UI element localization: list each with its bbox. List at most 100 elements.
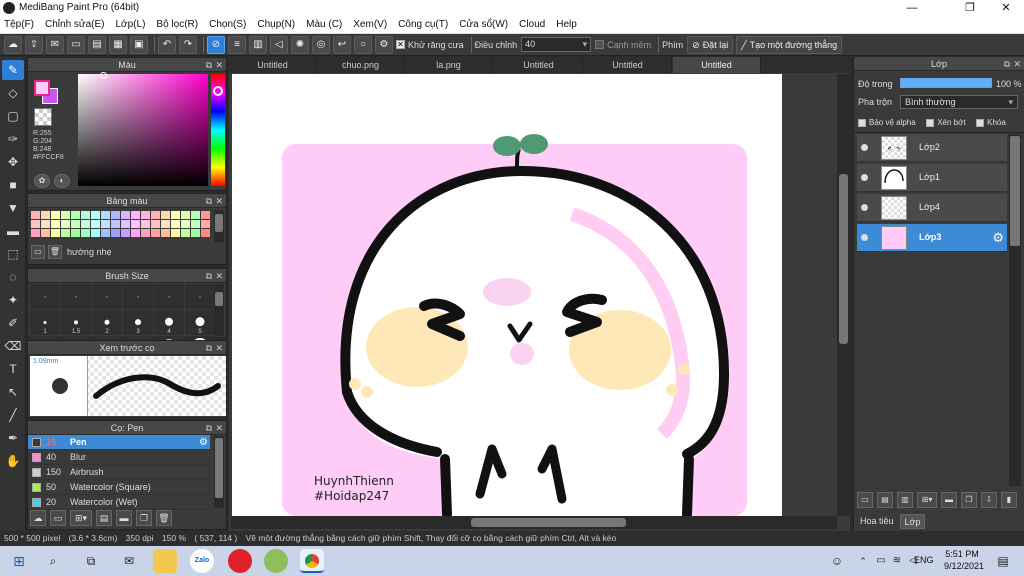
protect-alpha-option[interactable]: Bảo vệ alpha — [858, 118, 916, 127]
shape-tool-icon[interactable]: ▢ — [2, 106, 24, 126]
menu-filter[interactable]: Bộ lọc(R) — [156, 16, 198, 34]
popout-icon[interactable]: ⧉ — [206, 341, 212, 355]
eye-icon[interactable] — [861, 174, 868, 181]
palette-swatch[interactable] — [71, 229, 80, 237]
popout-icon[interactable]: ⧉ — [1004, 57, 1010, 71]
palette-swatch[interactable] — [71, 211, 80, 219]
palette-swatch[interactable] — [51, 220, 60, 228]
palette-swatch[interactable] — [101, 220, 110, 228]
language-indicator[interactable]: ENG — [914, 555, 934, 565]
tab-untitled-3[interactable]: Untitled — [584, 57, 672, 73]
notification-icon[interactable]: ▤ — [992, 550, 1014, 572]
blend-mode-select[interactable]: Bình thường ▾ — [900, 95, 1018, 109]
transparent-color-swatch[interactable] — [34, 108, 52, 126]
canvas-vscroll-thumb[interactable] — [839, 174, 848, 344]
menu-color[interactable]: Màu (C) — [306, 16, 342, 34]
palette-swatch[interactable] — [121, 211, 130, 219]
select-pen-tool-icon[interactable]: ✐ — [2, 313, 24, 333]
tab-la-png[interactable]: la.png — [405, 57, 493, 73]
soft-edge-checkbox[interactable] — [595, 40, 605, 49]
clock[interactable]: 5:51 PM 9/12/2021 — [944, 549, 984, 571]
protect-alpha-checkbox[interactable] — [858, 118, 866, 127]
brush-size-cell[interactable] — [123, 284, 153, 309]
palette-swatch[interactable] — [111, 229, 120, 237]
close-icon[interactable]: ✕ — [215, 269, 223, 283]
palette-swatch[interactable] — [151, 220, 160, 228]
brush-size-cell[interactable]: 2 — [92, 310, 122, 335]
select-eraser-tool-icon[interactable]: ⌫ — [2, 336, 24, 356]
tab-untitled-2[interactable]: Untitled — [495, 57, 583, 73]
lock-option[interactable]: Khóa — [976, 118, 1006, 127]
windows-start-icon[interactable]: ⊞ — [8, 550, 30, 572]
new-file-icon[interactable]: ▭ — [67, 35, 85, 54]
color-wheel-icon[interactable]: ◐ — [54, 174, 70, 188]
create-line-button[interactable]: ╱ Tạo một đường thẳng — [736, 35, 843, 54]
palette-swatch[interactable] — [31, 211, 40, 219]
eye-icon[interactable] — [861, 234, 868, 241]
clipping-checkbox[interactable] — [926, 118, 935, 127]
clipping-option[interactable]: Xén bớt — [926, 118, 966, 127]
export-icon[interactable]: ▣ — [130, 35, 148, 54]
new-halftone-layer-icon[interactable]: ▤ — [877, 492, 893, 508]
snap-parallel-icon[interactable]: ≡ — [228, 35, 246, 54]
snap-ellipse-icon[interactable]: ○ — [354, 35, 372, 54]
brush-list-item[interactable]: 40 Blur — [28, 450, 210, 465]
folder-icon[interactable]: ▬ — [116, 510, 132, 526]
palette-swatch[interactable] — [51, 229, 60, 237]
grid-icon[interactable]: ▦ — [109, 35, 127, 54]
people-icon[interactable]: ☺ — [826, 550, 848, 572]
menu-select[interactable]: Chọn(S) — [209, 16, 246, 34]
brush-size-cell[interactable] — [185, 284, 215, 309]
menu-tools[interactable]: Công cụ(T) — [398, 16, 448, 34]
cloud-icon[interactable]: ☁ — [4, 35, 22, 54]
palette-swatch[interactable] — [151, 229, 160, 237]
palette-swatch[interactable] — [181, 229, 190, 237]
palette-swatch[interactable] — [201, 211, 210, 219]
undo-icon[interactable]: ↶ — [158, 35, 176, 54]
snap-off-icon[interactable]: ⊘ — [207, 35, 225, 54]
palette-swatch[interactable] — [41, 220, 50, 228]
palette-swatch[interactable] — [41, 229, 50, 237]
palette-swatch[interactable] — [131, 229, 140, 237]
palette-swatch[interactable] — [191, 211, 200, 219]
snap-settings-icon[interactable]: ⚙ — [375, 35, 393, 54]
palette-swatch[interactable] — [181, 211, 190, 219]
eye-icon[interactable] — [861, 204, 868, 211]
brush-list-scroll-thumb[interactable] — [215, 438, 223, 498]
brush-size-cell[interactable] — [30, 284, 60, 309]
duplicate-layer-icon[interactable]: ❐ — [961, 492, 977, 508]
palette-swatch[interactable] — [41, 211, 50, 219]
folder-icon[interactable]: ▬ — [941, 492, 957, 508]
adjust-select[interactable]: 40 ▾ — [521, 37, 592, 52]
drawing-canvas[interactable]: HuynhThienn #Hoidap247 — [232, 74, 782, 516]
brush-size-scroll-thumb[interactable] — [215, 292, 223, 306]
brush-size-cell[interactable]: 1.5 — [61, 310, 91, 335]
palette-swatch[interactable] — [71, 220, 80, 228]
task-view-icon[interactable]: ⧉ — [80, 550, 102, 572]
close-icon[interactable]: ✕ — [215, 194, 223, 208]
menu-file[interactable]: Tệp(F) — [4, 16, 34, 34]
foreground-color-swatch[interactable] — [34, 80, 50, 96]
fill-rect-tool-icon[interactable]: ■ — [2, 175, 24, 195]
brush-list-item[interactable]: 50 Watercolor (Square) — [28, 480, 210, 495]
divide-tool-icon[interactable]: ╱ — [2, 405, 24, 425]
share-icon[interactable]: ⇪ — [25, 35, 43, 54]
cloud-brush-icon[interactable]: ☁ — [30, 510, 46, 526]
close-button[interactable]: ✕ — [990, 0, 1022, 16]
brush-tool-icon[interactable]: ✎ — [2, 60, 24, 80]
palette-swatch[interactable] — [111, 211, 120, 219]
tab-navigator[interactable]: Hoa tiêu — [856, 514, 898, 529]
palette-swatch[interactable] — [171, 229, 180, 237]
popout-icon[interactable]: ⧉ — [206, 421, 212, 435]
zalo-icon[interactable]: Zalo — [190, 549, 214, 573]
palette-swatch[interactable] — [61, 211, 70, 219]
palette-swatch[interactable] — [171, 211, 180, 219]
search-icon[interactable]: ⌕ — [42, 550, 64, 572]
layer-list-scrollbar[interactable] — [1009, 134, 1021, 486]
menu-edit[interactable]: Chỉnh sửa(E) — [45, 16, 105, 34]
close-icon[interactable]: ✕ — [215, 341, 223, 355]
popout-icon[interactable]: ⧉ — [206, 269, 212, 283]
menu-view[interactable]: Xem(V) — [353, 16, 387, 34]
palette-swatch[interactable] — [31, 220, 40, 228]
select-rect-tool-icon[interactable]: ⬚ — [2, 244, 24, 264]
